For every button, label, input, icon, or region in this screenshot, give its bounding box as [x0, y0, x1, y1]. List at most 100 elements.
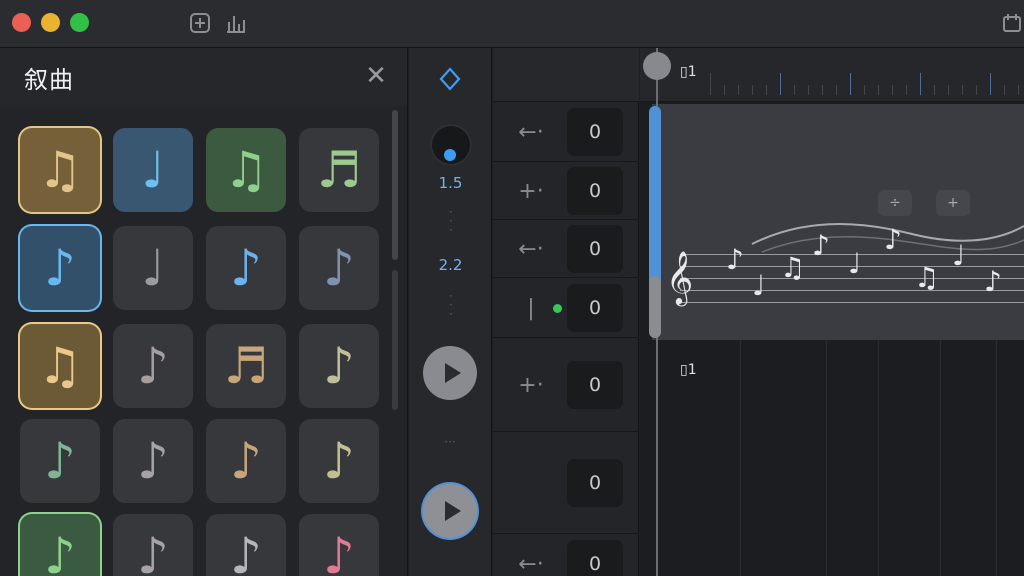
note: ♪ — [726, 243, 744, 276]
library-title: 叙曲 — [24, 66, 74, 94]
grid-line — [826, 340, 827, 576]
ruler-tick — [1018, 85, 1019, 95]
add-track-icon[interactable] — [188, 11, 212, 35]
instrument-tile[interactable]: ♪ — [299, 514, 379, 576]
instrument-tile[interactable]: ♪ — [206, 226, 286, 310]
grid-line — [878, 340, 879, 576]
instrument-tile[interactable]: ♪ — [113, 419, 193, 503]
track-value-field[interactable]: 0 — [567, 361, 623, 409]
score-region[interactable]: ÷ + 𝄞 ♪ ♩ ♫ ♪ ♩ ♪ ♫ ♩ ♪ ▯1 — [652, 104, 1024, 378]
instrument-tile[interactable]: ♪ — [299, 324, 379, 408]
instrument-tile[interactable]: ♪ — [113, 324, 193, 408]
library-panel: 叙曲 ✕ ♫ ♩ ♫ ♬ ♪ ♩ ♪ ♪ ♫ ♪ ♬ ♪ ♪ ♪ ♪ ♪ ♪ ♪ ♪ ♪ — [0, 48, 408, 576]
plus-dashed-icon[interactable]: +· — [507, 361, 555, 409]
instrument-tile[interactable]: ♩ — [113, 226, 193, 310]
close-icon[interactable]: ✕ — [360, 60, 392, 92]
ruler-tick — [934, 85, 935, 95]
region-resize-handle[interactable] — [649, 276, 661, 338]
ruler-tick — [1004, 85, 1005, 95]
close-window-button[interactable] — [12, 13, 31, 32]
position-value: 2.2 — [438, 256, 463, 274]
instrument-tile[interactable]: ♫ — [20, 128, 100, 212]
mixer-icon[interactable] — [224, 11, 248, 35]
region-label: ▯1 — [680, 362, 697, 378]
instrument-tile[interactable]: ♪ — [206, 514, 286, 576]
track-row[interactable]: ←· 0 — [493, 102, 639, 162]
ruler-tick — [920, 73, 921, 95]
ruler-tick — [724, 85, 725, 95]
track-value-field[interactable]: 0 — [567, 540, 623, 576]
ruler-tick — [962, 85, 963, 95]
library-scrollbar[interactable] — [392, 110, 398, 260]
instrument-tile[interactable]: ♫ — [206, 128, 286, 212]
track-value-field[interactable]: 0 — [567, 459, 623, 507]
note: ♫ — [780, 251, 806, 284]
instrument-tile[interactable]: ♪ — [299, 419, 379, 503]
track-controls: ←· 0 +· 0 ←· 0 | 0 +· 0 0 ←· 0 — [493, 48, 639, 576]
staff-line — [680, 302, 1024, 303]
playhead-handle[interactable] — [643, 52, 671, 80]
note: ♪ — [984, 265, 1002, 298]
ruler-tick — [864, 85, 865, 95]
track-value-field[interactable]: 0 — [567, 225, 623, 273]
minimize-window-button[interactable] — [41, 13, 60, 32]
clef-icon: 𝄞 — [666, 250, 694, 304]
ruler-tick — [878, 85, 879, 95]
staff-line — [680, 290, 1024, 291]
track-row[interactable]: | 0 — [493, 278, 639, 338]
play-icon — [444, 501, 461, 521]
play-button-secondary[interactable] — [423, 484, 477, 538]
ruler-tick — [948, 85, 949, 95]
track-value-field[interactable]: 0 — [567, 108, 623, 156]
divider-dots: ··· — [449, 205, 453, 237]
play-icon — [444, 363, 461, 383]
plus-dashed-icon[interactable]: +· — [507, 167, 555, 215]
arrow-left-icon[interactable]: ←· — [507, 225, 555, 273]
ruler-tick — [990, 73, 991, 95]
zoom-window-button[interactable] — [70, 13, 89, 32]
instrument-tile[interactable]: ♬ — [206, 324, 286, 408]
note: ♫ — [914, 261, 940, 294]
track-row[interactable]: ←· 0 — [493, 220, 639, 278]
instrument-tile[interactable]: ♫ — [20, 324, 100, 408]
instrument-tile[interactable]: ♬ — [299, 128, 379, 212]
library-scrollbar-track — [392, 270, 398, 410]
arrow-left-icon[interactable]: ←· — [507, 540, 555, 576]
tempo-knob[interactable] — [430, 124, 472, 166]
note: ♩ — [752, 269, 766, 302]
ruler-tick — [710, 73, 711, 95]
arrow-left-icon[interactable]: ←· — [507, 108, 555, 156]
grid-line — [940, 340, 941, 576]
track-row[interactable]: 0 — [493, 432, 639, 534]
track-row[interactable]: ←· 0 — [493, 534, 639, 576]
note: ♩ — [848, 247, 862, 280]
transport-column: 1.5 · · · 2.2 · · · ··· — [409, 48, 492, 576]
note: ♪ — [812, 229, 830, 262]
ruler-tick — [780, 73, 781, 95]
track-value-field[interactable]: 0 — [567, 284, 623, 332]
track-value-field[interactable]: 0 — [567, 167, 623, 215]
ruler-tick — [892, 85, 893, 95]
instrument-tile[interactable]: ♪ — [206, 419, 286, 503]
grid-line — [996, 340, 997, 576]
arrange-area: ▯1 ÷ + 𝄞 ♪ ♩ ♫ ♪ ♩ ♪ ♫ ♩ ♪ ▯1 — [640, 48, 1024, 576]
instrument-tile[interactable]: ♪ — [20, 514, 100, 576]
instrument-tile[interactable]: ♪ — [20, 419, 100, 503]
region-edit-icon[interactable] — [1000, 11, 1024, 35]
instrument-tile[interactable]: ♩ — [113, 128, 193, 212]
level-meter-icon[interactable]: | — [507, 284, 555, 332]
play-button[interactable] — [423, 346, 477, 400]
timeline-ruler[interactable]: ▯1 — [640, 48, 1024, 102]
track-row[interactable]: +· 0 — [493, 162, 639, 220]
status-indicator — [553, 304, 562, 313]
ruler-tick — [906, 85, 907, 95]
instrument-tile[interactable]: ♪ — [113, 514, 193, 576]
instrument-tile[interactable]: ♪ — [299, 226, 379, 310]
nudge-icon[interactable] — [435, 64, 465, 94]
divider-dots: ··· — [449, 289, 453, 321]
ruler-tick — [738, 85, 739, 95]
track-row[interactable]: +· 0 — [493, 338, 639, 432]
instrument-tile[interactable]: ♪ — [20, 226, 100, 310]
note: ♪ — [884, 223, 902, 256]
divider-dots: ··· — [444, 435, 456, 449]
